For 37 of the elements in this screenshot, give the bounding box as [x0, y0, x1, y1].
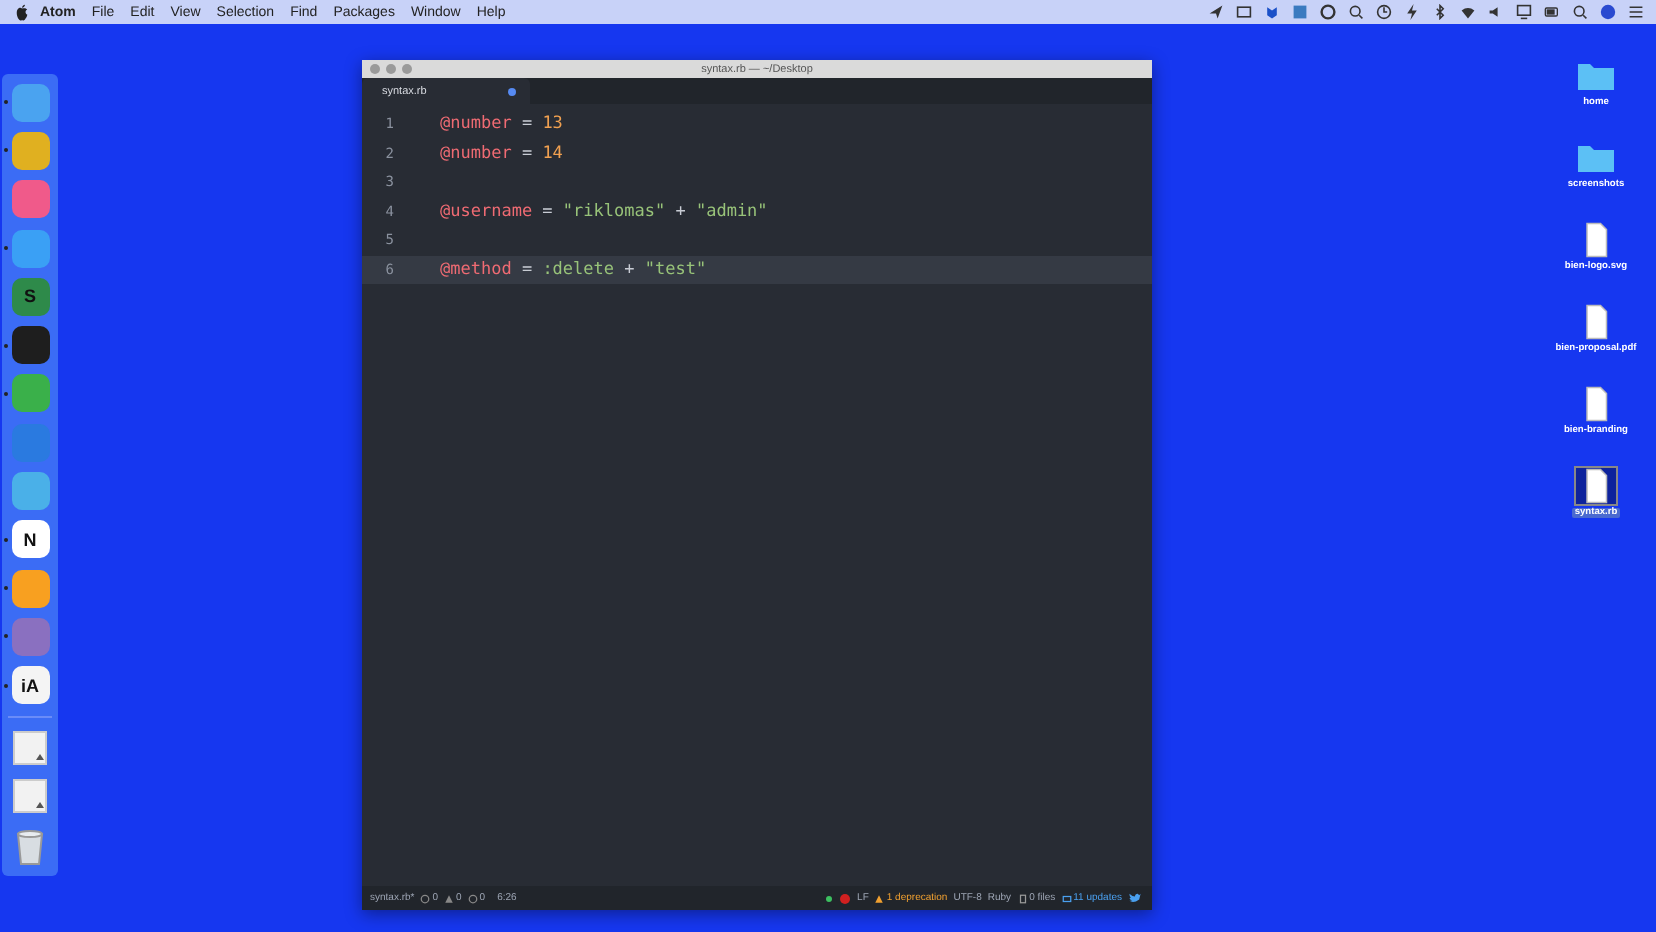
search-icon[interactable]: [1348, 4, 1364, 20]
wifi-icon[interactable]: [1460, 4, 1476, 20]
app-icon[interactable]: N: [11, 520, 49, 559]
package-icon: [1061, 893, 1072, 903]
error-icon: [420, 893, 431, 903]
app-icon[interactable]: iA: [11, 666, 49, 705]
status-dot: [839, 893, 850, 903]
display-icon[interactable]: [1516, 4, 1532, 20]
list-icon[interactable]: [1628, 4, 1644, 20]
app-icon[interactable]: S: [11, 277, 49, 316]
search-icon[interactable]: [1572, 4, 1588, 20]
code-line: @username = "riklomas" + "admin": [440, 201, 768, 222]
bluetooth-icon[interactable]: [1432, 4, 1448, 20]
bolt-icon[interactable]: [1404, 4, 1420, 20]
window-icon[interactable]: [1292, 4, 1308, 20]
document-icon[interactable]: [1576, 468, 1616, 504]
info-icon: [467, 893, 478, 903]
volume-icon[interactable]: [1488, 4, 1504, 20]
warning-icon: [444, 893, 455, 903]
send-icon[interactable]: [1208, 4, 1224, 20]
code-line: @number = 14: [440, 143, 563, 164]
box-icon[interactable]: [1264, 4, 1280, 20]
battery-icon[interactable]: [1544, 4, 1560, 20]
clock-icon[interactable]: [1376, 4, 1392, 20]
bird-icon[interactable]: [1128, 892, 1142, 904]
screen-icon[interactable]: [1236, 4, 1252, 20]
code-line: @method = :delete + "test": [440, 259, 707, 280]
code-line: @number = 13: [440, 114, 563, 135]
apple-logo-icon[interactable]: [14, 3, 30, 21]
circle-icon[interactable]: [1320, 4, 1336, 20]
status-dot: [825, 895, 832, 901]
app-icon[interactable]: [11, 326, 49, 365]
avatar-icon[interactable]: [1600, 4, 1616, 20]
warning-icon: [874, 893, 885, 903]
folder-icon[interactable]: [1575, 140, 1616, 176]
file-icon: [1017, 893, 1028, 903]
folder-icon[interactable]: [1576, 58, 1616, 94]
